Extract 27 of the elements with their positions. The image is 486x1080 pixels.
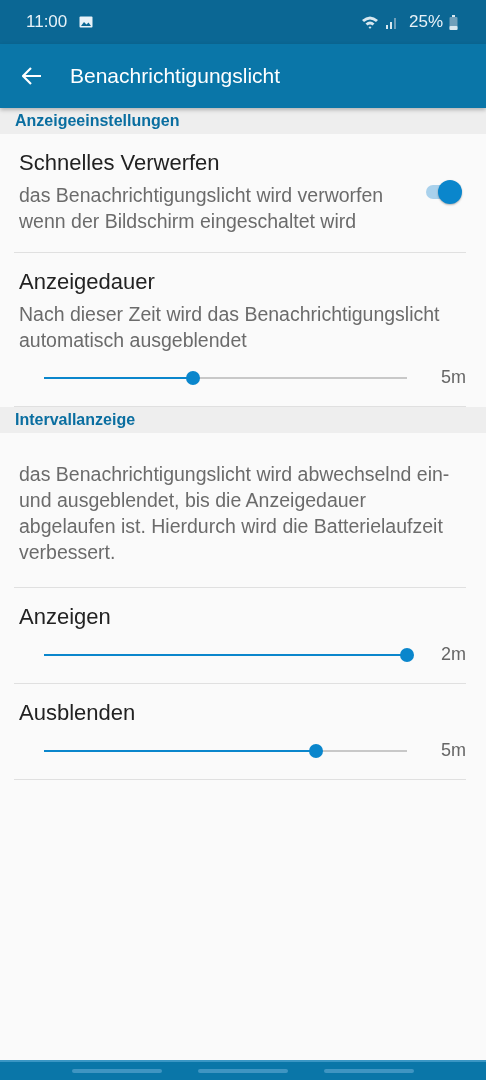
slider-thumb[interactable]: [400, 647, 414, 662]
setting-title: Anzeigen: [19, 604, 112, 630]
setting-title: Schnelles Verwerfen: [19, 150, 221, 176]
battery-icon: [449, 14, 458, 30]
section-description: das Benachrichtigungslicht wird abwechselnd ein- und ausgeblendet, bis die Anzeigedauer abgelaufen ist. Hierdurch wird die Batterielaufzeit verbessert.: [19, 462, 451, 565]
slider-thumb[interactable]: [309, 743, 324, 758]
toggle-switch[interactable]: [424, 179, 464, 205]
slider-thumb[interactable]: [185, 370, 200, 385]
image-icon: [79, 16, 94, 28]
setting-summary: das Benachrichtigungslicht wird verworfen wenn der Bildschirm eingeschaltet wird: [19, 183, 384, 234]
slider-value: 2m: [440, 644, 466, 665]
nav-handle[interactable]: [72, 1069, 162, 1073]
back-arrow-icon: [22, 67, 42, 85]
wifi-icon: [360, 15, 379, 29]
setting-title: Ausblenden: [19, 700, 137, 726]
screen-title: Benachrichtigungslicht: [70, 64, 281, 88]
section-title: Intervallanzeige: [15, 411, 136, 428]
battery-percent: 25%: [408, 12, 443, 32]
section-title: Anzeigeeinstellungen: [15, 112, 180, 129]
slider-value: 5m: [440, 367, 466, 388]
nav-handle[interactable]: [198, 1069, 288, 1073]
slider-value: 5m: [440, 740, 466, 761]
setting-summary: Nach dieser Zeit wird das Benachrichtigungslicht automatisch ausgeblendet: [19, 302, 441, 353]
nav-handle[interactable]: [324, 1069, 414, 1073]
signal-icon: [384, 15, 399, 29]
setting-title: Anzeigedauer: [19, 269, 156, 295]
status-time: 11:00: [26, 12, 68, 32]
